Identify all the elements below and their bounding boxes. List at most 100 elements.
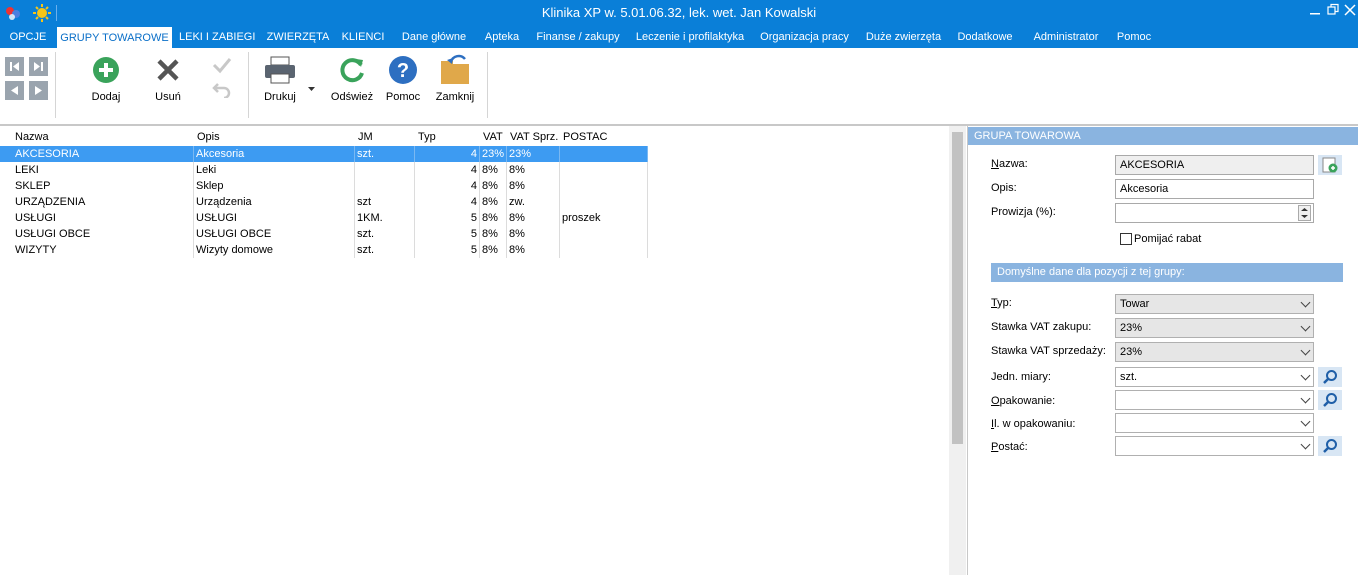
type-label-rest: yp:: [997, 297, 1012, 309]
column-header-typ[interactable]: Typ: [418, 131, 478, 143]
tab-dodatkowe[interactable]: Dodatkowe: [952, 26, 1018, 48]
svg-text:?: ?: [397, 60, 409, 82]
table-row[interactable]: URZĄDZENIA Urządzenia szt 4 8% zw.: [0, 194, 648, 210]
first-record-button[interactable]: [5, 57, 24, 76]
last-record-button[interactable]: [29, 57, 48, 76]
cell-postac: [560, 162, 648, 178]
cell-opis: Urządzenia: [194, 194, 355, 210]
confirm-undo-button[interactable]: [208, 54, 238, 116]
add-button-label: Dodaj: [91, 91, 121, 103]
close-button-label: Zamknij: [435, 91, 475, 103]
prev-record-button[interactable]: [5, 81, 24, 100]
tab-pomoc[interactable]: Pomoc: [1112, 26, 1156, 48]
cell-typ: 5: [415, 242, 480, 258]
restore-button[interactable]: [1325, 3, 1341, 21]
save-green-icon[interactable]: [1318, 155, 1342, 175]
qty-in-package-select[interactable]: [1115, 413, 1314, 433]
cell-vat-sprz: 8%: [507, 210, 560, 226]
unit-search-button[interactable]: [1318, 367, 1342, 387]
column-header-vat-sprz[interactable]: VAT Sprz.: [510, 131, 560, 143]
vat-sale-select[interactable]: 23%: [1115, 342, 1314, 362]
chevron-down-icon: [1300, 416, 1311, 427]
cell-typ: 4: [415, 162, 480, 178]
commission-spinner[interactable]: [1298, 205, 1311, 221]
column-header-jm[interactable]: JM: [358, 131, 408, 143]
tab-grupy-towarowe[interactable]: GRUPY TOWAROWE: [57, 27, 172, 48]
qty-label-rest: l. w opakowaniu:: [994, 418, 1076, 430]
table-row[interactable]: USŁUGI USŁUGI 1KM. 5 8% 8% proszek: [0, 210, 648, 226]
packaging-search-button[interactable]: [1318, 390, 1342, 410]
check-icon: [211, 56, 233, 77]
toolbar-separator: [248, 52, 249, 118]
cell-jm: szt.: [355, 226, 415, 242]
table-row[interactable]: LEKI Leki 4 8% 8%: [0, 162, 648, 178]
name-field[interactable]: AKCESORIA: [1115, 155, 1314, 175]
form-search-button[interactable]: [1318, 436, 1342, 456]
column-header-nazwa[interactable]: Nazwa: [15, 131, 185, 143]
cell-vat-sprz: 23%: [507, 146, 560, 162]
tab-leki-i-zabiegi[interactable]: LEKI I ZABIEGI: [179, 26, 255, 48]
print-button[interactable]: Drukuj: [258, 54, 302, 116]
table-row[interactable]: AKCESORIA Akcesoria szt. 4 23% 23%: [0, 146, 648, 162]
column-header-opis[interactable]: Opis: [197, 131, 347, 143]
next-record-button[interactable]: [29, 81, 48, 100]
cell-opis: USŁUGI: [194, 210, 355, 226]
skip-discount-label: Pomijać rabat: [1134, 233, 1202, 245]
cell-nazwa: USŁUGI: [13, 210, 194, 226]
chevron-down-icon: [1300, 345, 1311, 356]
cell-jm: [355, 178, 415, 194]
grid-vertical-scrollbar[interactable]: [949, 126, 966, 575]
close-window-button[interactable]: [1342, 3, 1358, 21]
unit-label: Jedn. miary:: [991, 371, 1051, 383]
tab-leczenie[interactable]: Leczenie i profilaktyka: [632, 26, 748, 48]
packaging-select[interactable]: [1115, 390, 1314, 410]
type-select[interactable]: Towar: [1115, 294, 1314, 314]
print-button-label: Drukuj: [264, 91, 296, 103]
column-header-postac[interactable]: POSTAC: [563, 131, 643, 143]
help-button[interactable]: ? Pomoc: [383, 54, 423, 116]
cell-nazwa: AKCESORIA: [13, 146, 194, 162]
add-button[interactable]: Dodaj: [84, 54, 128, 116]
cell-vat-sprz: 8%: [507, 162, 560, 178]
description-field[interactable]: Akcesoria: [1115, 179, 1314, 199]
cell-jm: [355, 162, 415, 178]
tab-organizacja-pracy[interactable]: Organizacja pracy: [756, 26, 853, 48]
type-select-value: Towar: [1120, 298, 1150, 310]
skip-discount-checkbox[interactable]: [1120, 233, 1132, 245]
help-button-label: Pomoc: [385, 91, 421, 103]
tab-duze-zwierzeta[interactable]: Duże zwierzęta: [862, 26, 945, 48]
unit-select[interactable]: szt.: [1115, 367, 1314, 387]
tab-administrator[interactable]: Administrator: [1026, 26, 1106, 48]
form-select[interactable]: [1115, 436, 1314, 456]
tab-zwierzeta[interactable]: ZWIERZĘTA: [264, 26, 332, 48]
cell-nazwa: WIZYTY: [13, 242, 194, 258]
cell-vat-zakup: 8%: [480, 194, 507, 210]
print-dropdown-arrow-icon[interactable]: [308, 84, 316, 96]
vat-purchase-select[interactable]: 23%: [1115, 318, 1314, 338]
chevron-down-icon: [1300, 370, 1311, 381]
tab-opcje[interactable]: OPCJE: [4, 26, 52, 48]
minimize-button[interactable]: [1307, 3, 1323, 21]
cell-opis: Leki: [194, 162, 355, 178]
refresh-button[interactable]: Odśwież: [329, 54, 375, 116]
table-row[interactable]: USŁUGI OBCE USŁUGI OBCE szt. 5 8% 8%: [0, 226, 648, 242]
tab-apteka[interactable]: Apteka: [480, 26, 524, 48]
tab-finanse-zakupy[interactable]: Finanse / zakupy: [533, 26, 623, 48]
tab-klienci[interactable]: KLIENCI: [338, 26, 388, 48]
cell-vat-zakup: 8%: [480, 210, 507, 226]
toolbar: Dodaj Usuń Drukuj Odśwież ? Pomoc Zamkni…: [0, 48, 1358, 126]
cell-typ: 4: [415, 194, 480, 210]
delete-button[interactable]: Usuń: [148, 54, 188, 116]
commission-field[interactable]: [1115, 203, 1314, 223]
grid-header: Nazwa Opis JM Typ VAT z VAT Sprz. POSTAC: [0, 129, 648, 145]
form-label-rest: ostać:: [998, 441, 1028, 453]
vat-sale-value: 23%: [1120, 346, 1143, 358]
column-header-vat-zakup[interactable]: VAT z: [483, 131, 506, 143]
table-row[interactable]: SKLEP Sklep 4 8% 8%: [0, 178, 648, 194]
scrollbar-thumb[interactable]: [952, 132, 963, 444]
cell-vat-zakup: 8%: [480, 162, 507, 178]
table-row[interactable]: WIZYTY Wizyty domowe szt. 5 8% 8%: [0, 242, 648, 258]
close-button[interactable]: Zamknij: [431, 54, 479, 116]
toolbar-separator: [55, 52, 56, 118]
tab-dane-glowne[interactable]: Dane główne: [396, 26, 472, 48]
